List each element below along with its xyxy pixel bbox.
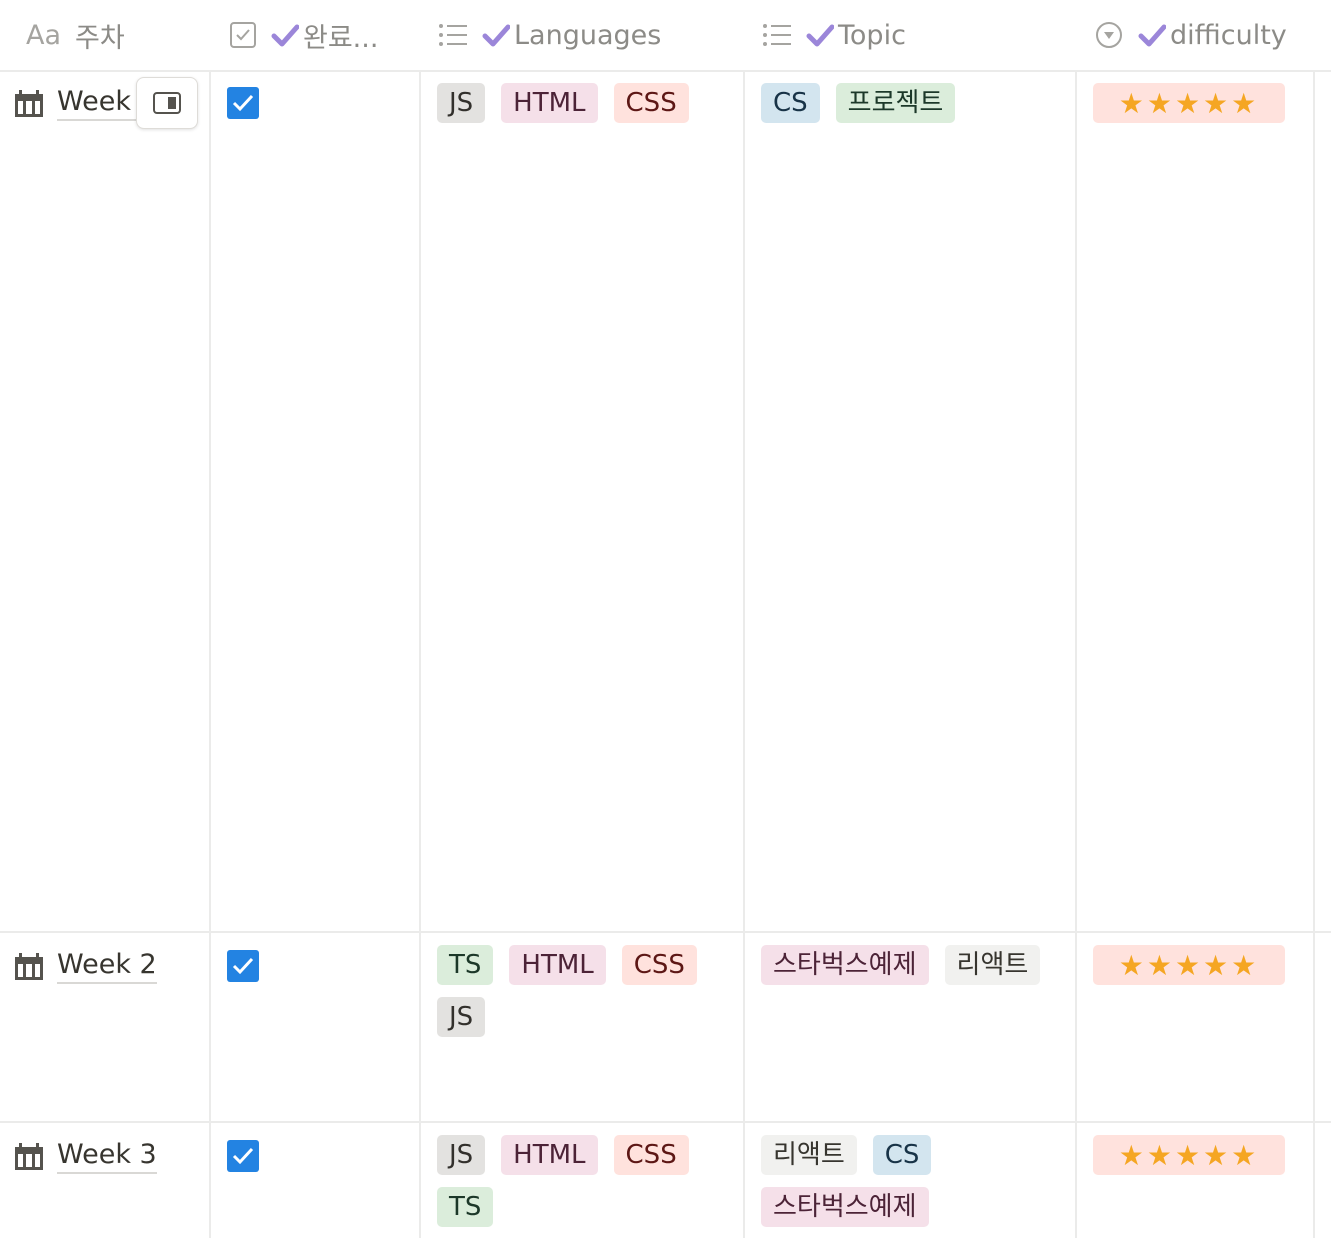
- done-checkbox[interactable]: [227, 950, 259, 982]
- language-tag: JS: [437, 997, 486, 1037]
- page-title[interactable]: Week 1: [57, 86, 137, 121]
- table-row[interactable]: Week 2 TS HTML CSS JS 스타벅스예제 리액트 ★★★★★: [0, 933, 1331, 1121]
- column-label-name: 주차: [75, 22, 125, 54]
- topic-tag: 프로젝트: [835, 83, 956, 123]
- checkbox-icon: [229, 21, 257, 49]
- topic-tag: 리액트: [761, 1135, 857, 1175]
- language-tag: HTML: [501, 83, 598, 123]
- topic-tag: CS: [761, 83, 820, 123]
- topic-tag: 스타벅스예제: [761, 1187, 929, 1227]
- text-icon: Aa: [26, 19, 62, 51]
- done-checkbox[interactable]: [227, 87, 259, 119]
- language-tag: HTML: [509, 945, 606, 985]
- language-tag: JS: [437, 1135, 486, 1175]
- calendar-icon: [15, 952, 43, 980]
- checkmark-icon: [232, 957, 254, 975]
- column-header-done[interactable]: 완료...: [229, 0, 378, 70]
- languages-cell[interactable]: TS HTML CSS JS: [437, 945, 727, 1037]
- language-tag: CSS: [613, 1135, 689, 1175]
- topic-tag: 리액트: [944, 945, 1041, 985]
- check-accent-icon: [806, 24, 834, 47]
- database-table: Aa 주차 완료... Languages Topic difficulty W…: [0, 0, 1331, 1238]
- language-tag: JS: [437, 83, 486, 123]
- page-title[interactable]: Week 2: [57, 949, 157, 984]
- check-accent-icon: [271, 24, 299, 47]
- checkmark-icon: [232, 1147, 254, 1165]
- page-title-cell[interactable]: Week 2: [14, 949, 157, 984]
- column-label-done: 완료...: [303, 22, 379, 54]
- select-icon: [1094, 20, 1124, 50]
- list-icon: [438, 22, 468, 48]
- language-tag: CSS: [613, 83, 689, 123]
- table-row[interactable]: Week 1 JS HTML CSS CS 프로젝트 ★★★★★: [0, 70, 1331, 931]
- column-label-difficulty: difficulty: [1170, 19, 1287, 51]
- topic-cell[interactable]: CS 프로젝트: [761, 83, 1061, 123]
- table-row[interactable]: Week 3 JS HTML CSS TS 리액트 CS 스타벅스예제 ★★★★…: [0, 1123, 1331, 1238]
- languages-cell[interactable]: JS HTML CSS TS: [437, 1135, 727, 1227]
- column-header-name[interactable]: Aa 주차: [26, 0, 125, 70]
- languages-cell[interactable]: JS HTML CSS: [437, 83, 727, 123]
- page-title[interactable]: Week 3: [57, 1139, 157, 1174]
- language-tag: TS: [437, 1187, 494, 1227]
- topic-cell[interactable]: 스타벅스예제 리액트: [761, 945, 1061, 985]
- page-title-cell[interactable]: Week 1: [14, 86, 137, 121]
- checkmark-icon: [232, 94, 254, 112]
- calendar-icon: [15, 1142, 43, 1170]
- column-header-languages[interactable]: Languages: [438, 0, 661, 70]
- column-header-difficulty[interactable]: difficulty: [1094, 0, 1287, 70]
- topic-cell[interactable]: 리액트 CS 스타벅스예제: [761, 1135, 1061, 1227]
- difficulty-rating[interactable]: ★★★★★: [1093, 83, 1285, 123]
- done-checkbox[interactable]: [227, 1140, 259, 1172]
- column-label-languages: Languages: [514, 19, 662, 51]
- column-header-topic[interactable]: Topic: [762, 0, 906, 70]
- check-accent-icon: [1138, 24, 1166, 47]
- topic-tag: CS: [872, 1135, 932, 1175]
- list-icon: [762, 22, 792, 48]
- difficulty-rating[interactable]: ★★★★★: [1093, 1135, 1285, 1175]
- language-tag: HTML: [501, 1135, 598, 1175]
- column-label-topic: Topic: [838, 19, 906, 51]
- language-tag: TS: [437, 945, 494, 985]
- calendar-icon: [15, 89, 43, 117]
- difficulty-rating[interactable]: ★★★★★: [1093, 945, 1285, 985]
- page-title-cell[interactable]: Week 3: [14, 1139, 157, 1174]
- open-side-peek-button[interactable]: [136, 77, 198, 129]
- topic-tag: 스타벅스예제: [761, 945, 929, 985]
- side-peek-icon: [153, 92, 181, 114]
- language-tag: CSS: [621, 945, 697, 985]
- check-accent-icon: [482, 24, 510, 47]
- table-header: Aa 주차 완료... Languages Topic difficulty: [0, 0, 1331, 72]
